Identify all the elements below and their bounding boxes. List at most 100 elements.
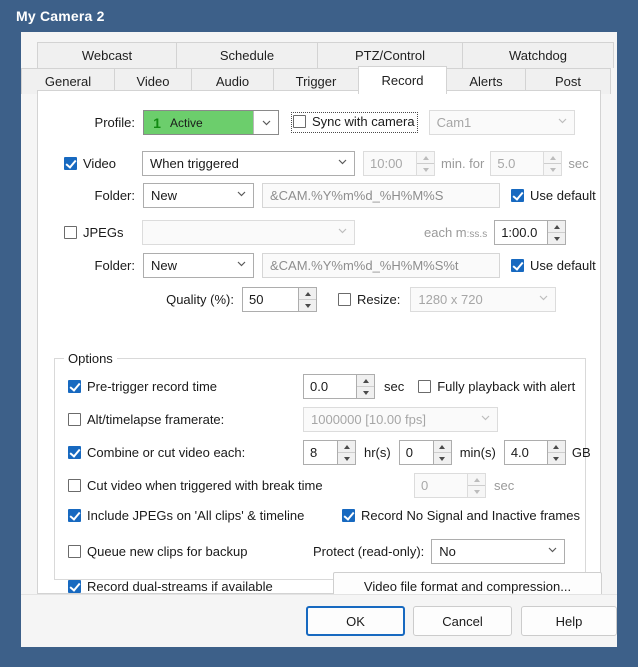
jpegs-interval-spinner[interactable]: 1:00.0 bbox=[494, 220, 567, 245]
spinner-down-icon[interactable] bbox=[357, 387, 374, 398]
video-folder-mode-select[interactable]: New bbox=[143, 183, 254, 208]
alt-framerate-checkbox[interactable]: Alt/timelapse framerate: bbox=[68, 412, 303, 427]
resize-checkbox[interactable]: Resize: bbox=[338, 292, 400, 307]
protect-select[interactable]: No bbox=[431, 539, 566, 564]
jpegs-folder-mode-select[interactable]: New bbox=[143, 253, 254, 278]
jpegs-checkbox[interactable]: JPEGs bbox=[64, 225, 142, 240]
tab-label: Record bbox=[381, 73, 424, 88]
tab-record[interactable]: Record bbox=[358, 66, 447, 95]
help-button[interactable]: Help bbox=[521, 606, 617, 636]
record-nosignal-checkbox[interactable]: Record No Signal and Inactive frames bbox=[342, 508, 580, 523]
chevron-down-icon bbox=[539, 295, 548, 304]
chevron-down-icon bbox=[548, 547, 557, 556]
quality-spinner[interactable]: 50 bbox=[242, 287, 317, 312]
video-checkbox[interactable]: Video bbox=[64, 156, 142, 171]
chevron-down-icon bbox=[338, 228, 347, 237]
spinner-down-icon[interactable] bbox=[544, 164, 562, 175]
spinner-buttons[interactable] bbox=[547, 221, 566, 244]
video-folder-mask-input[interactable]: &CAM.%Y%m%d_%H%M%S bbox=[262, 183, 500, 208]
spinner-up-icon[interactable] bbox=[338, 441, 355, 453]
video-mode-select[interactable]: When triggered bbox=[142, 151, 355, 176]
chevron-down-icon[interactable] bbox=[253, 111, 278, 134]
fully-playback-checkbox[interactable]: Fully playback with alert bbox=[418, 379, 575, 394]
spinner-up-icon[interactable] bbox=[357, 375, 374, 387]
spinner-down-icon[interactable] bbox=[299, 300, 316, 311]
dialog-window: My Camera 2 Webcast Schedule PTZ/Control… bbox=[0, 0, 638, 667]
include-jpegs-checkbox[interactable]: Include JPEGs on 'All clips' & timeline bbox=[68, 508, 342, 523]
spinner-up-icon[interactable] bbox=[433, 441, 451, 453]
checkbox-box bbox=[68, 479, 81, 492]
profile-select[interactable]: 1 Active bbox=[143, 110, 279, 135]
combine-hours-spinner[interactable]: 8 bbox=[303, 440, 356, 465]
spinner-down-icon[interactable] bbox=[417, 164, 434, 175]
video-time-value: 10:00 bbox=[370, 156, 403, 171]
dual-streams-checkbox[interactable]: Record dual-streams if available bbox=[68, 579, 333, 594]
checkbox-box bbox=[293, 115, 306, 128]
tab-label: Trigger bbox=[295, 74, 337, 89]
video-time-spinner[interactable]: 10:00 bbox=[363, 151, 435, 176]
jpegs-mode-select[interactable] bbox=[142, 220, 355, 245]
spinner-up-icon[interactable] bbox=[544, 152, 562, 164]
jpegs-each-label: each m:ss.s bbox=[424, 225, 487, 240]
video-sec-label: sec bbox=[568, 156, 589, 171]
ok-button[interactable]: OK bbox=[306, 606, 405, 636]
video-label: Video bbox=[83, 156, 117, 171]
spinner-buttons[interactable] bbox=[416, 152, 434, 175]
options-legend: Options bbox=[64, 351, 117, 366]
fully-playback-label: Fully playback with alert bbox=[437, 379, 576, 394]
jpegs-folder-mask-input[interactable]: &CAM.%Y%m%d_%H%M%S%t bbox=[262, 253, 500, 278]
camera-select[interactable]: Cam1 bbox=[428, 110, 575, 135]
checkbox-box bbox=[68, 579, 81, 593]
spinner-buttons[interactable] bbox=[298, 288, 316, 311]
spinner-down-icon[interactable] bbox=[468, 486, 485, 497]
dialog-client-area: Webcast Schedule PTZ/Control Watchdog Ge… bbox=[21, 32, 617, 647]
spinner-down-icon[interactable] bbox=[433, 453, 451, 464]
pretrigger-checkbox[interactable]: Pre-trigger record time bbox=[68, 379, 303, 394]
resize-label: Resize: bbox=[357, 292, 401, 307]
spinner-up-icon[interactable] bbox=[417, 152, 434, 164]
include-record-row: Include JPEGs on 'All clips' & timeline … bbox=[68, 508, 580, 523]
jpegs-each-main: each m bbox=[424, 225, 467, 240]
tab-ptz-control[interactable]: PTZ/Control bbox=[317, 42, 463, 68]
alt-framerate-select[interactable]: 1000000 [10.00 fps] bbox=[303, 407, 498, 432]
cut-break-checkbox[interactable]: Cut video when triggered with break time bbox=[68, 478, 323, 493]
spinner-buttons[interactable] bbox=[337, 441, 355, 464]
spinner-down-icon[interactable] bbox=[547, 453, 565, 464]
checkbox-box bbox=[68, 545, 81, 558]
video-duration-spinner[interactable]: 5.0 bbox=[490, 151, 563, 176]
spinner-up-icon[interactable] bbox=[468, 474, 485, 486]
window-title: My Camera 2 bbox=[16, 8, 105, 24]
chevron-down-icon bbox=[338, 159, 347, 168]
spinner-up-icon[interactable] bbox=[547, 441, 565, 453]
cancel-button[interactable]: Cancel bbox=[413, 606, 512, 636]
spinner-up-icon[interactable] bbox=[548, 221, 566, 233]
video-use-default-checkbox[interactable]: Use default bbox=[511, 188, 596, 203]
chevron-down-icon bbox=[558, 118, 567, 127]
spinner-buttons[interactable] bbox=[356, 375, 374, 398]
spinner-up-icon[interactable] bbox=[299, 288, 316, 300]
resize-select[interactable]: 1280 x 720 bbox=[410, 287, 557, 312]
queue-backup-checkbox[interactable]: Queue new clips for backup bbox=[68, 544, 313, 559]
cut-break-value: 0 bbox=[421, 478, 429, 493]
tab-schedule[interactable]: Schedule bbox=[176, 42, 318, 68]
checkbox-box bbox=[511, 259, 524, 272]
spinner-buttons[interactable] bbox=[543, 152, 562, 175]
combine-mins-spinner[interactable]: 0 bbox=[398, 440, 452, 465]
video-folder-mask-value: &CAM.%Y%m%d_%H%M%S bbox=[270, 188, 444, 203]
spinner-buttons[interactable] bbox=[432, 441, 451, 464]
combine-checkbox[interactable]: Combine or cut video each: bbox=[68, 445, 303, 460]
jpegs-use-default-checkbox[interactable]: Use default bbox=[511, 258, 596, 273]
sync-with-camera-checkbox[interactable]: Sync with camera bbox=[293, 114, 415, 129]
spinner-down-icon[interactable] bbox=[548, 233, 566, 244]
title-bar: My Camera 2 bbox=[0, 0, 638, 32]
combine-row: Combine or cut video each: 8 hr(s) 0 min… bbox=[68, 440, 591, 465]
tab-webcast[interactable]: Webcast bbox=[37, 42, 177, 68]
checkbox-box bbox=[68, 380, 81, 393]
spinner-buttons[interactable] bbox=[467, 474, 485, 497]
spinner-down-icon[interactable] bbox=[338, 453, 355, 464]
spinner-buttons[interactable] bbox=[546, 441, 565, 464]
pretrigger-spinner[interactable]: 0.0 bbox=[303, 374, 375, 399]
cut-break-spinner[interactable]: 0 bbox=[414, 473, 486, 498]
tab-watchdog[interactable]: Watchdog bbox=[462, 42, 614, 68]
combine-size-spinner[interactable]: 4.0 bbox=[503, 440, 566, 465]
